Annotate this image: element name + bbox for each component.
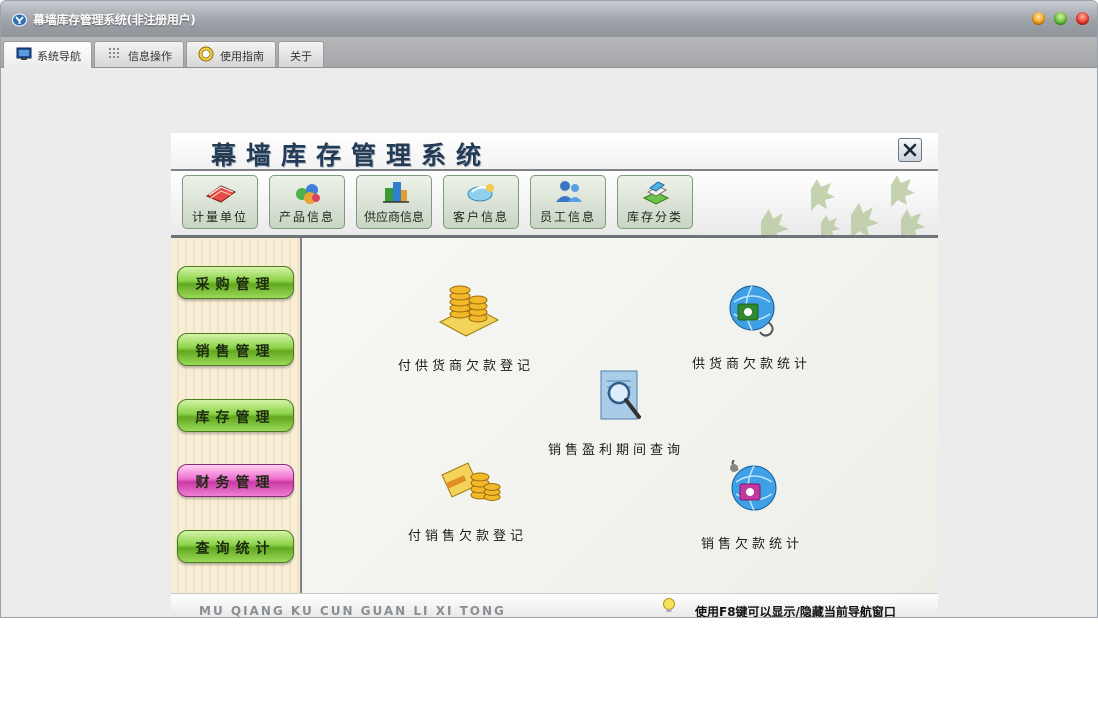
- toolbar-button-label: 库存分类: [626, 210, 683, 224]
- footer-pinyin: MU QIANG KU CUN GUAN LI XI TONG: [199, 604, 506, 618]
- function-pay-sales-debt[interactable]: 付销售欠款登记: [402, 453, 562, 544]
- toolbar-button-staff[interactable]: 员工信息: [530, 175, 606, 229]
- toolbar-button-inventory[interactable]: 库存分类: [617, 175, 693, 229]
- function-pay-supplier-debt[interactable]: 付供货商欠款登记: [392, 280, 552, 374]
- sidebar-button-label: 销售管理: [195, 344, 276, 360]
- products-icon: [296, 184, 320, 204]
- sidebar-button-finance[interactable]: 财务管理: [177, 464, 294, 497]
- inventory-icon: [642, 181, 670, 205]
- app-window: 幕墙库存管理系统(非注册用户) 系统导航 信息操作 使用指南 关于 幕墙库存管理…: [0, 0, 1098, 618]
- app-logo-icon: [12, 13, 27, 27]
- guide-icon: [198, 46, 214, 62]
- coins-card-icon: [441, 462, 501, 501]
- function-label: 付供货商欠款登记: [398, 359, 535, 374]
- function-area: 付供货商欠款登记 供货商欠款统计 销售盈利期间查询 付销售欠款登记 销售欠款统计: [302, 238, 938, 593]
- globe-cd-icon: [730, 460, 777, 511]
- panel-header: 幕墙库存管理系统: [171, 133, 938, 171]
- panel-close-button[interactable]: [898, 138, 922, 162]
- navigation-panel: 幕墙库存管理系统 计量单位 产品信息 供应商信息 客户信息 员工信息 库存分类 …: [171, 133, 938, 618]
- tab-system-navigation[interactable]: 系统导航: [3, 41, 92, 68]
- tab-label: 信息操作: [128, 50, 172, 63]
- maximize-button[interactable]: [1054, 12, 1067, 25]
- toolbar-button-label: 计量单位: [191, 210, 248, 224]
- function-supplier-debt-stats[interactable]: 供货商欠款统计: [688, 282, 828, 372]
- sidebar-button-stock[interactable]: 库存管理: [177, 399, 294, 432]
- function-label: 销售盈利期间查询: [548, 443, 685, 458]
- customer-icon: [467, 184, 494, 202]
- panel-footer: MU QIANG KU CUN GUAN LI XI TONG 使用F8键可以显…: [171, 593, 938, 618]
- toolbar-button-products[interactable]: 产品信息: [269, 175, 345, 229]
- module-sidebar: 采购管理 销售管理 库存管理 财务管理 查询统计: [171, 238, 302, 593]
- toolbar-button-unit[interactable]: 计量单位: [182, 175, 258, 229]
- leaves-decoration: [761, 175, 925, 235]
- sidebar-button-sales[interactable]: 销售管理: [177, 333, 294, 366]
- grid-icon: [109, 48, 119, 58]
- tab-label: 使用指南: [220, 50, 264, 63]
- function-label: 供货商欠款统计: [692, 357, 812, 372]
- tab-label: 关于: [290, 50, 312, 63]
- toolbar-button-label: 供应商信息: [363, 210, 424, 224]
- tab-user-guide[interactable]: 使用指南: [186, 41, 276, 67]
- function-label: 销售欠款统计: [701, 537, 804, 552]
- footer-hint: 使用F8键可以显示/隐藏当前导航窗口: [695, 605, 896, 618]
- close-icon: [903, 143, 917, 157]
- sidebar-button-purchase[interactable]: 采购管理: [177, 266, 294, 299]
- supplier-icon: [383, 182, 409, 203]
- title-bar: 幕墙库存管理系统(非注册用户): [1, 1, 1097, 37]
- tab-bar: 系统导航 信息操作 使用指南 关于: [1, 37, 1097, 68]
- tab-info-operation[interactable]: 信息操作: [94, 41, 184, 67]
- function-sales-debt-stats[interactable]: 销售欠款统计: [698, 460, 828, 552]
- sidebar-button-label: 采购管理: [195, 277, 276, 293]
- coins-icon: [438, 285, 500, 337]
- book-icon: [205, 185, 237, 203]
- magnifier-document-icon: [600, 370, 641, 420]
- function-label: 付销售欠款登记: [408, 529, 528, 544]
- function-sales-profit-query[interactable]: 销售盈利期间查询: [547, 363, 697, 458]
- tab-label: 系统导航: [37, 50, 81, 63]
- sidebar-button-label: 财务管理: [195, 475, 276, 491]
- window-title: 幕墙库存管理系统(非注册用户): [33, 13, 196, 27]
- toolbar-button-supplier[interactable]: 供应商信息: [356, 175, 432, 229]
- toolbar-button-customer[interactable]: 客户信息: [443, 175, 519, 229]
- tab-about[interactable]: 关于: [278, 41, 324, 67]
- sidebar-button-query[interactable]: 查询统计: [177, 530, 294, 563]
- toolbar-button-label: 产品信息: [278, 210, 335, 224]
- sidebar-button-label: 库存管理: [195, 410, 276, 426]
- panel-title: 幕墙库存管理系统: [211, 141, 492, 170]
- globe-cd-icon: [729, 285, 775, 337]
- toolbar-button-label: 员工信息: [539, 210, 596, 224]
- minimize-button[interactable]: [1032, 12, 1045, 25]
- toolbar-button-label: 客户信息: [452, 210, 509, 224]
- staff-icon: [556, 181, 582, 202]
- monitor-icon: [16, 47, 32, 60]
- quick-toolbar: 计量单位 产品信息 供应商信息 客户信息 员工信息 库存分类: [171, 171, 938, 238]
- close-button[interactable]: [1076, 12, 1089, 25]
- lightbulb-icon: [663, 598, 675, 612]
- sidebar-button-label: 查询统计: [195, 541, 276, 557]
